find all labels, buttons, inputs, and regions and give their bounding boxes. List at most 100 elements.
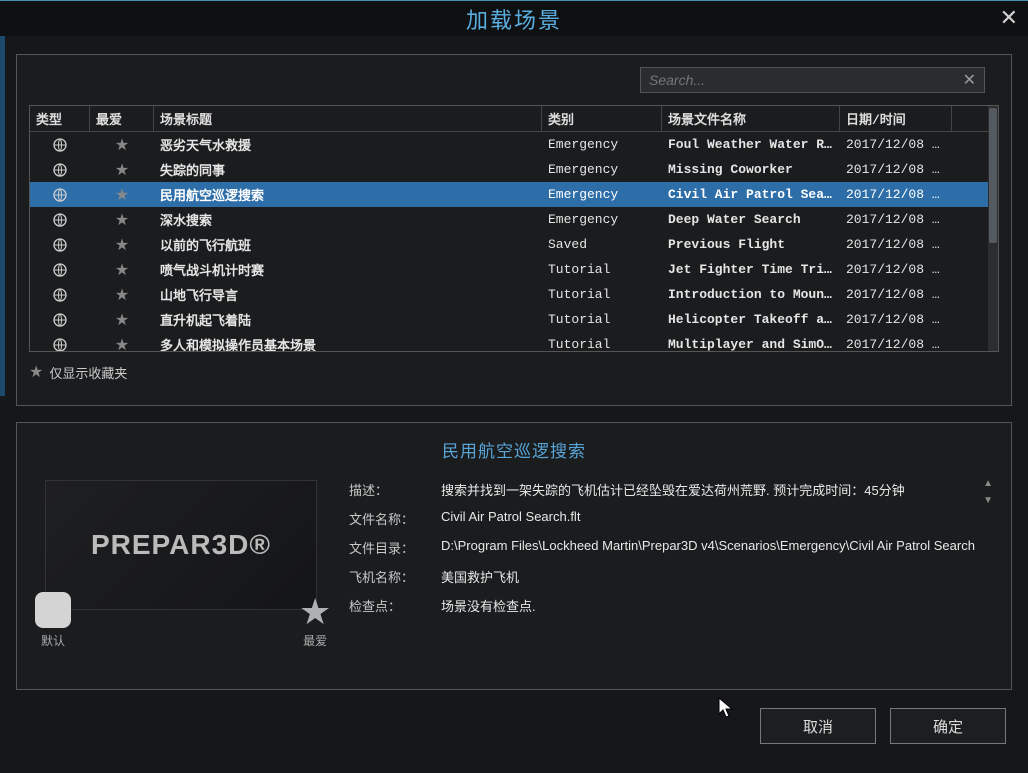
globe-icon bbox=[52, 236, 68, 251]
cell-category: Emergency bbox=[542, 187, 662, 202]
scenario-grid: 类型 最爱 场景标题 类别 场景文件名称 日期/时间 ★恶劣天气水救援Emerg… bbox=[29, 105, 999, 352]
table-row[interactable]: ★以前的飞行航班SavedPrevious Flight2017/12/08 2… bbox=[30, 232, 998, 257]
cell-type bbox=[30, 286, 90, 303]
col-header-favorite[interactable]: 最爱 bbox=[90, 106, 154, 131]
star-icon: ★ bbox=[115, 237, 129, 254]
cancel-button[interactable]: 取消 bbox=[760, 708, 876, 744]
col-header-filename[interactable]: 场景文件名称 bbox=[662, 106, 840, 131]
cell-category: Emergency bbox=[542, 137, 662, 152]
cell-type bbox=[30, 211, 90, 228]
favorites-only-toggle[interactable]: ★ 仅显示收藏夹 bbox=[29, 362, 999, 382]
table-row[interactable]: ★失踪的同事EmergencyMissing Coworker2017/12/0… bbox=[30, 157, 998, 182]
detail-fields: 描述： 搜索并找到一架失踪的飞机估计已经坠毁在爱达荷州荒野. 预计完成时间：45… bbox=[349, 480, 993, 649]
star-icon: ★ bbox=[115, 162, 129, 179]
star-icon: ★ bbox=[115, 262, 129, 279]
table-row[interactable]: ★深水搜索EmergencyDeep Water Search2017/12/0… bbox=[30, 207, 998, 232]
cell-favorite[interactable]: ★ bbox=[90, 260, 154, 280]
cell-title: 直升机起飞着陆 bbox=[154, 310, 542, 329]
cell-type bbox=[30, 161, 90, 178]
table-row[interactable]: ★多人和模拟操作员基本场景TutorialMultiplayer and Sim… bbox=[30, 332, 998, 352]
cell-datetime: 2017/12/08 13:13 bbox=[840, 212, 952, 227]
arrow-down-icon[interactable]: ▼ bbox=[983, 495, 993, 506]
title-bar: 加载场景 ✕ bbox=[0, 0, 1028, 36]
cell-filename: Introduction to Mountain… bbox=[662, 287, 840, 302]
label-checkpoint: 检查点： bbox=[349, 596, 441, 615]
clear-search-icon[interactable]: ✕ bbox=[963, 70, 976, 90]
table-row[interactable]: ★喷气战斗机计时赛TutorialJet Fighter Time Trial2… bbox=[30, 257, 998, 282]
cell-favorite[interactable]: ★ bbox=[90, 135, 154, 155]
cell-favorite[interactable]: ★ bbox=[90, 185, 154, 205]
cell-type bbox=[30, 311, 90, 328]
cell-datetime: 2017/12/08 20:19 bbox=[840, 262, 952, 277]
globe-icon bbox=[52, 336, 68, 351]
label-filedir: 文件目录： bbox=[349, 538, 441, 557]
cell-favorite[interactable]: ★ bbox=[90, 335, 154, 353]
col-header-title[interactable]: 场景标题 bbox=[154, 106, 542, 131]
cell-title: 多人和模拟操作员基本场景 bbox=[154, 335, 542, 352]
cell-datetime: 2017/12/08 13:43 bbox=[840, 162, 952, 177]
value-aircraft: 美国救护飞机 bbox=[441, 567, 993, 586]
cell-filename: Helicopter Takeoff and La… bbox=[662, 312, 840, 327]
cell-category: Emergency bbox=[542, 162, 662, 177]
cell-title: 民用航空巡逻搜索 bbox=[154, 185, 542, 204]
star-icon: ★ bbox=[115, 312, 129, 329]
ok-button[interactable]: 确定 bbox=[890, 708, 1006, 744]
col-header-type[interactable]: 类型 bbox=[30, 106, 90, 131]
cell-category: Tutorial bbox=[542, 287, 662, 302]
globe-icon bbox=[52, 211, 68, 226]
table-row[interactable]: ★山地飞行导言TutorialIntroduction to Mountain…… bbox=[30, 282, 998, 307]
default-toggle[interactable]: 默认 bbox=[35, 592, 71, 649]
cell-category: Tutorial bbox=[542, 262, 662, 277]
value-filename: Civil Air Patrol Search.flt bbox=[441, 509, 993, 528]
table-row[interactable]: ★民用航空巡逻搜索EmergencyCivil Air Patrol Searc… bbox=[30, 182, 998, 207]
cell-favorite[interactable]: ★ bbox=[90, 210, 154, 230]
close-icon[interactable]: ✕ bbox=[1000, 5, 1018, 31]
cell-favorite[interactable]: ★ bbox=[90, 285, 154, 305]
value-checkpoint: 场景没有检查点. bbox=[441, 596, 993, 615]
window-edge-accent bbox=[0, 36, 5, 396]
detail-heading: 民用航空巡逻搜索 bbox=[35, 437, 993, 462]
table-row[interactable]: ★直升机起飞着陆TutorialHelicopter Takeoff and L… bbox=[30, 307, 998, 332]
value-description: 搜索并找到一架失踪的飞机估计已经坠毁在爱达荷州荒野. 预计完成时间：45分钟 ▲… bbox=[441, 480, 993, 499]
cell-category: Tutorial bbox=[542, 337, 662, 352]
scenario-thumbnail: PREPAR3D® bbox=[45, 480, 317, 610]
star-icon: ★ bbox=[29, 362, 43, 382]
favorite-toggle[interactable]: ★ 最爱 bbox=[299, 596, 331, 649]
grid-header: 类型 最爱 场景标题 类别 场景文件名称 日期/时间 bbox=[30, 106, 998, 132]
cell-filename: Deep Water Search bbox=[662, 212, 840, 227]
description-scroll[interactable]: ▲ ▼ bbox=[983, 478, 993, 506]
scenario-list-panel: ✕ 类型 最爱 场景标题 类别 场景文件名称 日期/时间 ★恶劣天气水救援Eme… bbox=[16, 54, 1012, 406]
cell-type bbox=[30, 261, 90, 278]
cell-type bbox=[30, 186, 90, 203]
label-aircraft: 飞机名称： bbox=[349, 567, 441, 586]
cell-title: 喷气战斗机计时赛 bbox=[154, 260, 542, 279]
col-header-datetime[interactable]: 日期/时间 bbox=[840, 106, 952, 131]
globe-icon bbox=[52, 261, 68, 276]
cell-type bbox=[30, 236, 90, 253]
favorites-only-label: 仅显示收藏夹 bbox=[49, 363, 127, 382]
cell-favorite[interactable]: ★ bbox=[90, 160, 154, 180]
cell-filename: Missing Coworker bbox=[662, 162, 840, 177]
globe-icon bbox=[52, 311, 68, 326]
cell-datetime: 2017/12/08 20:13 bbox=[840, 287, 952, 302]
default-toggle-box bbox=[35, 592, 71, 628]
cell-title: 深水搜索 bbox=[154, 210, 542, 229]
default-label: 默认 bbox=[41, 634, 65, 648]
cell-favorite[interactable]: ★ bbox=[90, 310, 154, 330]
cell-type bbox=[30, 336, 90, 352]
arrow-up-icon[interactable]: ▲ bbox=[983, 478, 993, 489]
cell-category: Saved bbox=[542, 237, 662, 252]
scrollbar-thumb[interactable] bbox=[989, 108, 997, 243]
cell-category: Emergency bbox=[542, 212, 662, 227]
value-filedir: D:\Program Files\Lockheed Martin\Prepar3… bbox=[441, 538, 993, 557]
table-row[interactable]: ★恶劣天气水救援EmergencyFoul Weather Water Resc… bbox=[30, 132, 998, 157]
grid-scrollbar[interactable] bbox=[988, 106, 998, 351]
search-input[interactable] bbox=[649, 72, 963, 88]
cell-favorite[interactable]: ★ bbox=[90, 235, 154, 255]
col-header-category[interactable]: 类别 bbox=[542, 106, 662, 131]
cell-title: 恶劣天气水救援 bbox=[154, 135, 542, 154]
dialog-buttons: 取消 确定 bbox=[16, 708, 1012, 744]
window-title: 加载场景 bbox=[466, 3, 562, 35]
search-box[interactable]: ✕ bbox=[640, 67, 985, 93]
cell-datetime: 2017/12/08 20:23 bbox=[840, 337, 952, 352]
